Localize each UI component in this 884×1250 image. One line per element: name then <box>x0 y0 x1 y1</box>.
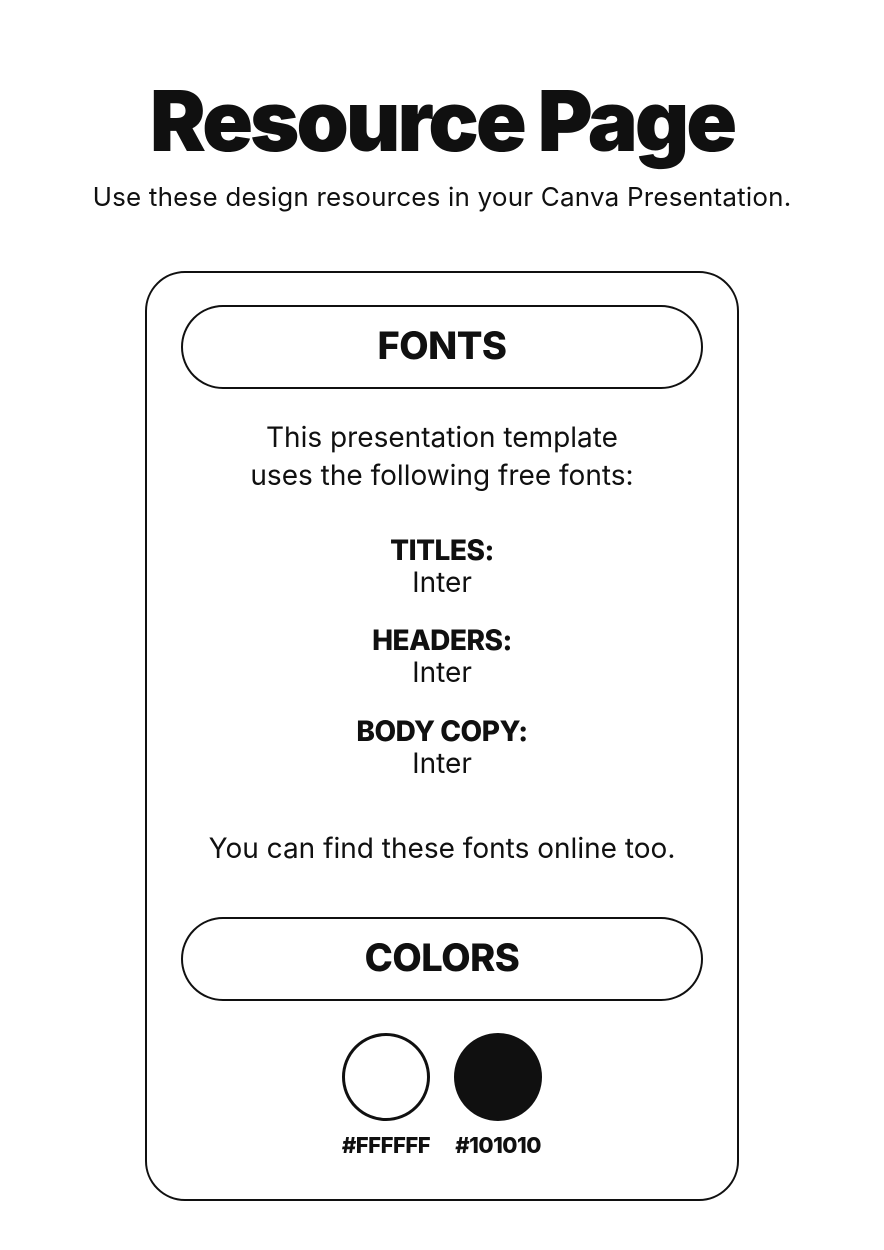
color-swatch-black: #101010 <box>454 1033 542 1159</box>
swatch-circle-icon <box>454 1033 542 1121</box>
font-item-body: BODY COPY: Inter <box>356 714 527 779</box>
font-label: BODY COPY: <box>356 714 527 748</box>
font-value: Inter <box>372 657 512 688</box>
fonts-section-header: FONTS <box>181 305 703 389</box>
color-swatch-white: #FFFFFF <box>342 1033 430 1159</box>
fonts-intro-line1: This presentation template <box>266 420 618 454</box>
font-label: TITLES: <box>390 533 494 567</box>
font-list: TITLES: Inter HEADERS: Inter BODY COPY: … <box>356 533 527 779</box>
resource-card: FONTS This presentation template uses th… <box>145 271 739 1201</box>
swatch-hex-label: #101010 <box>455 1133 541 1159</box>
page-title: Resource Page <box>150 80 734 164</box>
fonts-intro-line2: uses the following free fonts: <box>250 458 633 492</box>
swatch-hex-label: #FFFFFF <box>342 1133 430 1159</box>
swatch-circle-icon <box>342 1033 430 1121</box>
fonts-intro: This presentation template uses the foll… <box>250 419 633 495</box>
font-value: Inter <box>356 748 527 779</box>
font-item-headers: HEADERS: Inter <box>372 623 512 688</box>
page-subtitle: Use these design resources in your Canva… <box>93 182 792 213</box>
font-item-titles: TITLES: Inter <box>390 533 494 598</box>
color-swatches: #FFFFFF #101010 <box>342 1033 542 1159</box>
fonts-footnote: You can find these fonts online too. <box>209 831 676 865</box>
font-label: HEADERS: <box>372 623 512 657</box>
colors-section-header: COLORS <box>181 917 703 1001</box>
font-value: Inter <box>390 567 494 598</box>
